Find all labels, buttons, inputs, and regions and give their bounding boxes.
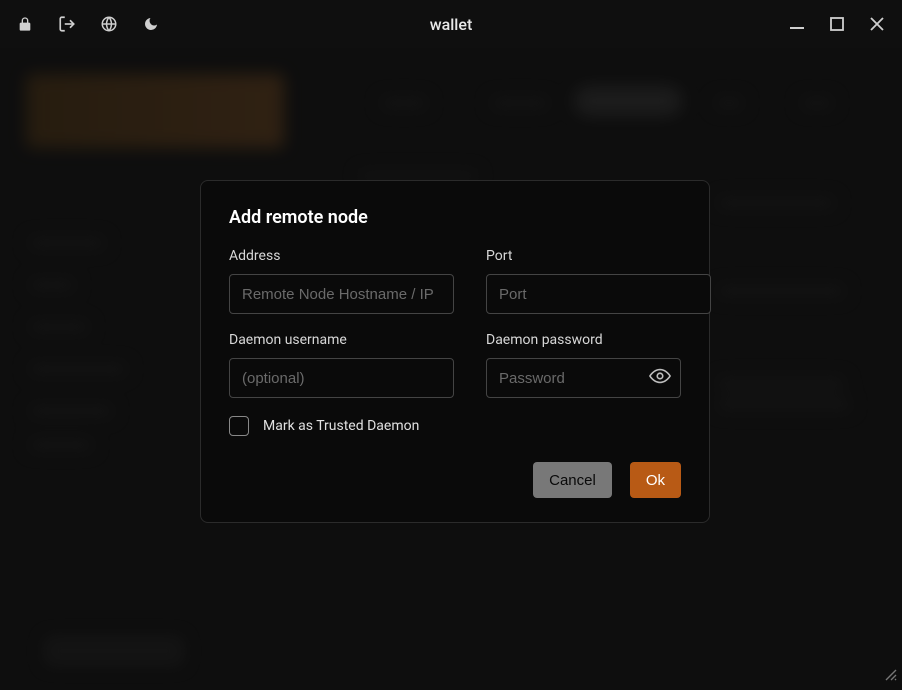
globe-icon[interactable]: [100, 15, 118, 33]
port-label: Port: [486, 248, 711, 264]
logout-icon[interactable]: [58, 15, 76, 33]
cancel-button[interactable]: Cancel: [533, 462, 612, 498]
address-label: Address: [229, 248, 454, 264]
minimize-icon[interactable]: [788, 15, 806, 33]
close-icon[interactable]: [868, 15, 886, 33]
username-label: Daemon username: [229, 332, 454, 348]
trusted-daemon-checkbox[interactable]: [229, 416, 249, 436]
dialog-title: Add remote node: [229, 207, 681, 228]
ok-button[interactable]: Ok: [630, 462, 681, 498]
username-input[interactable]: [229, 358, 454, 398]
titlebar-left-controls: [16, 15, 160, 33]
port-input[interactable]: [486, 274, 711, 314]
trusted-daemon-label: Mark as Trusted Daemon: [263, 418, 419, 434]
window-title: wallet: [430, 15, 473, 34]
eye-icon[interactable]: [649, 365, 671, 391]
add-remote-node-dialog: Add remote node Address Port Daemon user…: [200, 180, 710, 523]
address-input[interactable]: [229, 274, 454, 314]
password-label: Daemon password: [486, 332, 681, 348]
moon-icon[interactable]: [142, 15, 160, 33]
maximize-icon[interactable]: [828, 15, 846, 33]
lock-icon[interactable]: [16, 15, 34, 33]
titlebar: wallet: [0, 0, 902, 48]
resize-handle-icon[interactable]: [884, 667, 898, 686]
window-controls: [788, 15, 886, 33]
